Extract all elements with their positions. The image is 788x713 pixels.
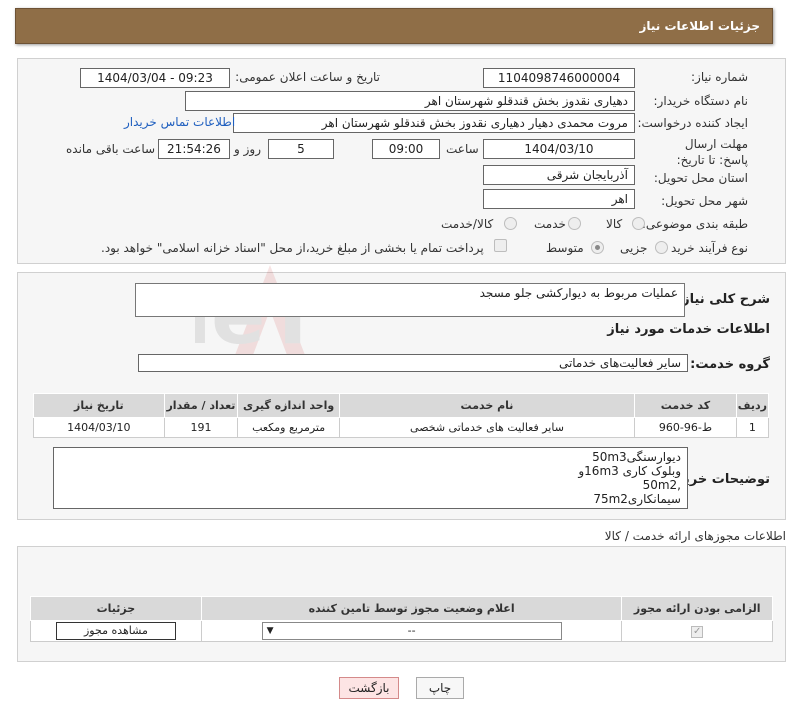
category-goods-service-label: کالا/خدمت [441,217,494,231]
province-field: آذربایجان شرقی [483,165,635,185]
announce-label: تاریخ و ساعت اعلان عمومی: [235,70,380,84]
buyer-note-line: ,50m2 [642,478,681,492]
province-label: استان محل تحویل: [653,171,748,185]
col-permit-required: الزامی بودن ارائه مجوز [621,596,773,621]
category-service-label: خدمت [534,217,566,231]
col-need-date: تاریخ نیاز [33,393,165,418]
chevron-down-icon: ▼ [266,626,274,636]
remaining-label: ساعت باقی مانده [66,142,156,156]
process-minor-label: جزیی [620,241,648,255]
process-radio-minor[interactable] [655,241,668,254]
col-service-code: کد خدمت [634,393,737,418]
col-permit-details: جزئیات [30,596,202,621]
services-section-title: اطلاعات خدمات مورد نیاز [607,322,770,337]
col-quantity: تعداد / مقدار [163,393,239,418]
announce-field: 1404/03/04 - 09:23 [80,68,230,88]
category-radio-service[interactable] [568,217,581,230]
deadline-time-field: 09:00 [372,139,440,159]
permits-table: الزامی بودن ارائه مجوز اعلام وضعیت مجوز … [30,596,773,642]
page-header: جزئیات اطلاعات نیاز [15,8,773,44]
summary-textarea[interactable]: عملیات مربوط به دیوارکشی جلو مسجد [135,283,685,317]
requester-label: ایجاد کننده درخواست: [637,116,748,130]
col-row-no: ردیف [735,393,770,418]
remaining-time-field: 21:54:26 [158,139,230,159]
treasury-payment-checkbox[interactable] [494,239,507,252]
cell-service-code: ط-96-960 [634,417,737,438]
table-row: ✓ -- ▼ مشاهده مجوز [30,620,773,642]
permits-section-title: اطلاعات مجوزهای ارائه خدمت / کالا [604,529,786,543]
services-table-header: ردیف کد خدمت نام خدمت واحد اندازه گیری ت… [33,393,770,418]
process-medium-label: متوسط [546,241,584,255]
deadline-time-label: ساعت [446,142,479,156]
table-row: 1 ط-96-960 سایر فعالیت های خدماتی شخصی م… [33,417,770,438]
col-permit-status: اعلام وضعیت مجوز توسط تامین کننده [200,596,623,621]
need-number-label: شماره نیاز: [691,70,748,84]
cell-permit-status: -- ▼ [200,620,623,642]
view-permit-button[interactable]: مشاهده مجوز [55,622,176,640]
back-button[interactable]: بازگشت [339,677,399,699]
col-unit: واحد اندازه گیری [237,393,340,418]
buyer-org-field: دهیاری نقدوز بخش قندقلو شهرستان اهر [185,91,635,111]
cell-permit-required: ✓ [621,620,773,642]
buyer-contact-link[interactable]: اطلاعات تماس خریدار [124,115,235,129]
days-field: 5 [268,139,334,159]
cell-quantity: 191 [163,417,239,438]
process-radio-medium[interactable] [591,241,604,254]
buyer-notes-textarea[interactable]: دیوارسنگی50m3 وبلوک کاری 16m3و ,50m2 سیم… [53,447,688,509]
col-service-name: نام خدمت [338,393,636,418]
process-label: نوع فرآیند خرید : [663,241,748,255]
cell-unit: مترمربع ومکعب [237,417,340,438]
treasury-payment-note: پرداخت تمام یا بخشی از مبلغ خرید،از محل … [101,241,484,255]
service-group-label: گروه خدمت: [690,357,770,372]
service-group-field: سایر فعالیت‌های خدماتی [138,354,688,372]
days-label: روز و [234,142,261,156]
buyer-note-line: دیوارسنگی50m3 [592,450,681,464]
cell-permit-details: مشاهده مجوز [30,620,202,642]
permit-status-select[interactable]: -- ▼ [261,622,562,640]
permits-table-header: الزامی بودن ارائه مجوز اعلام وضعیت مجوز … [30,596,773,621]
permit-required-checkbox: ✓ [691,626,704,638]
city-label: شهر محل تحویل: [661,194,748,208]
category-radio-goods-service[interactable] [504,217,517,230]
city-field: اهر [483,189,635,209]
cell-service-name: سایر فعالیت های خدماتی شخصی [338,417,636,438]
requester-field: مروت محمدی دهیار دهیاری نقدوز بخش قندقلو… [233,113,635,133]
cell-row-no: 1 [735,417,770,438]
buyer-note-line: سیمانکاری75m2 [593,492,681,506]
print-button[interactable]: چاپ [416,677,464,699]
category-radio-goods[interactable] [632,217,645,230]
cell-need-date: 1404/03/10 [33,417,165,438]
deadline-date-field: 1404/03/10 [483,139,635,159]
need-number-field: 1104098746000004 [483,68,635,88]
category-goods-label: کالا [606,217,623,231]
permit-status-value: -- [407,624,416,637]
services-table: ردیف کد خدمت نام خدمت واحد اندازه گیری ت… [33,393,770,438]
summary-label: شرح کلی نیاز: [676,292,770,307]
buyer-note-line: وبلوک کاری 16m3و [578,464,681,478]
buyer-org-label: نام دستگاه خریدار: [653,94,749,108]
category-label: طبقه بندی موضوعی: [641,217,748,231]
deadline-label: مهلت ارسال پاسخ: تا تاریخ: [676,137,748,167]
